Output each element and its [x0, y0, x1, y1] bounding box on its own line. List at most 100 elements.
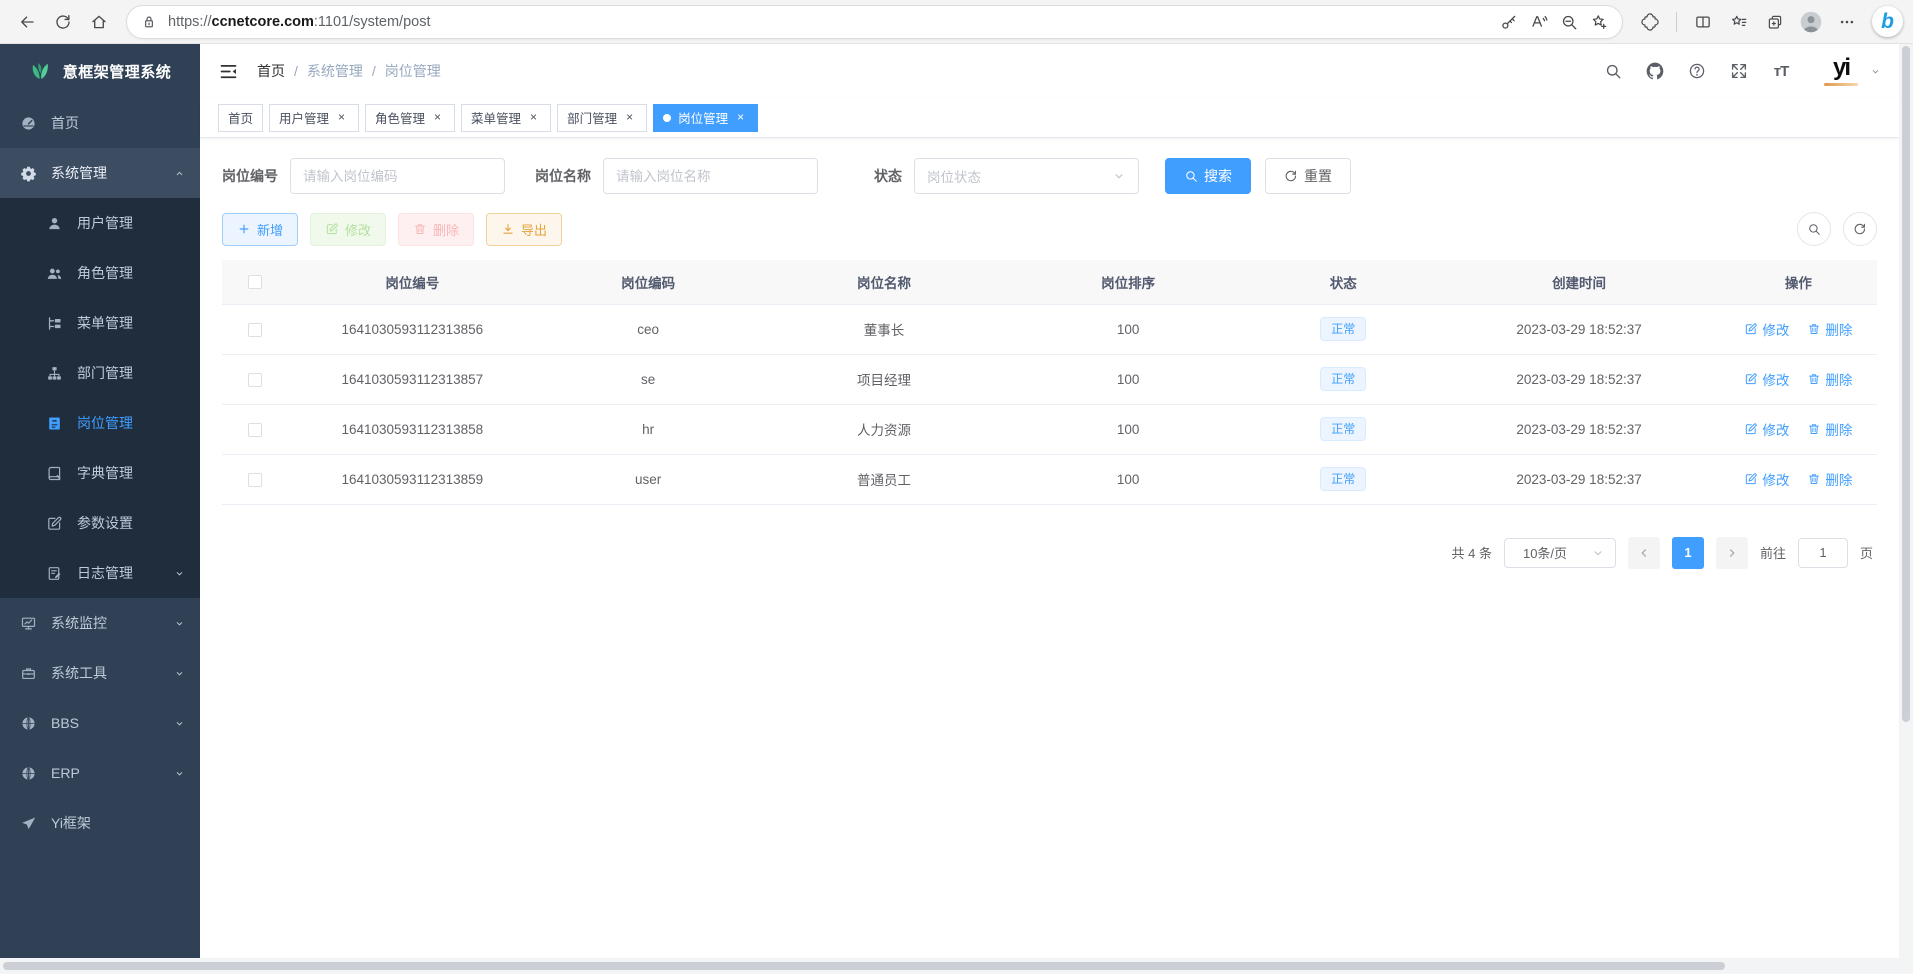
github-icon[interactable] — [1638, 54, 1672, 88]
cell-create-time: 2023-03-29 18:52:37 — [1438, 304, 1719, 354]
row-delete-link[interactable]: 删除 — [1807, 369, 1852, 389]
select-all-checkbox[interactable] — [248, 275, 262, 289]
sidebar-item-monitor[interactable]: 系统监控 — [0, 598, 200, 648]
sidebar-item-yi-framework[interactable]: Yi框架 — [0, 798, 200, 848]
row-edit-link[interactable]: 修改 — [1744, 369, 1789, 389]
sidebar-item-param-settings[interactable]: 参数设置 — [0, 498, 200, 548]
tab-menu-mgmt[interactable]: 菜单管理× — [461, 104, 551, 132]
favorites-button[interactable] — [1722, 5, 1756, 39]
fullscreen-icon[interactable] — [1722, 54, 1756, 88]
browser-menu-button[interactable] — [1830, 5, 1864, 39]
app-header: 首页 / 系统管理 / 岗位管理 тT yi — [200, 44, 1899, 98]
sidebar-item-user-mgmt[interactable]: 用户管理 — [0, 198, 200, 248]
row-edit-link[interactable]: 修改 — [1744, 419, 1789, 439]
zoom-out-icon[interactable] — [1554, 7, 1584, 37]
user-avatar-menu[interactable]: yi — [1820, 51, 1881, 91]
tab-role-mgmt[interactable]: 角色管理× — [365, 104, 455, 132]
vertical-scrollbar[interactable] — [1899, 44, 1913, 958]
search-button[interactable]: 搜索 — [1165, 158, 1251, 194]
browser-profile-avatar[interactable] — [1794, 5, 1828, 39]
export-button[interactable]: 导出 — [486, 213, 562, 246]
extensions-button[interactable] — [1633, 5, 1667, 39]
row-checkbox[interactable] — [248, 323, 262, 337]
sidebar-item-system[interactable]: 系统管理 — [0, 148, 200, 198]
prev-page-button[interactable] — [1628, 537, 1660, 569]
goto-page-input[interactable] — [1798, 538, 1848, 568]
toolbar-divider — [1676, 12, 1677, 32]
horizontal-scrollbar-thumb[interactable] — [3, 962, 1725, 970]
tab-close-icon[interactable]: × — [733, 110, 748, 125]
row-delete-label: 删除 — [1825, 369, 1852, 389]
sidebar-item-tools[interactable]: 系统工具 — [0, 648, 200, 698]
chevron-down-icon — [174, 568, 185, 579]
page-size-select[interactable]: 10条/页 — [1504, 538, 1616, 568]
dictionary-book-icon — [46, 465, 63, 482]
bing-copilot-button[interactable]: b — [1872, 6, 1903, 37]
password-key-icon[interactable] — [1494, 7, 1524, 37]
sidebar-item-dict-mgmt[interactable]: 字典管理 — [0, 448, 200, 498]
sidebar-item-label: BBS — [51, 715, 79, 731]
read-aloud-icon[interactable] — [1524, 7, 1554, 37]
edit-button[interactable]: 修改 — [310, 213, 386, 246]
sidebar-item-home[interactable]: 首页 — [0, 98, 200, 148]
row-delete-link[interactable]: 删除 — [1807, 319, 1852, 339]
url-text[interactable]: https://ccnetcore.com:1101/system/post — [168, 14, 1494, 30]
split-screen-button[interactable] — [1686, 5, 1720, 39]
help-icon[interactable] — [1680, 54, 1714, 88]
browser-home-button[interactable] — [82, 5, 116, 39]
browser-refresh-button[interactable] — [46, 5, 80, 39]
cell-post-id: 1641030593112313859 — [288, 454, 536, 504]
toggle-search-button[interactable] — [1797, 212, 1831, 246]
sidebar-item-bbs[interactable]: BBS — [0, 698, 200, 748]
header-search-icon[interactable] — [1596, 54, 1630, 88]
vertical-scrollbar-thumb[interactable] — [1902, 46, 1910, 722]
browser-back-button[interactable] — [10, 5, 44, 39]
tab-close-icon[interactable]: × — [430, 110, 445, 125]
status-select[interactable]: 岗位状态 — [914, 158, 1139, 194]
tab-dept-mgmt[interactable]: 部门管理× — [557, 104, 647, 132]
breadcrumb-home[interactable]: 首页 — [257, 61, 285, 81]
add-favorite-icon[interactable] — [1584, 7, 1614, 37]
sidebar-item-erp[interactable]: ERP — [0, 748, 200, 798]
post-code-input[interactable] — [290, 158, 505, 194]
menu-fold-icon[interactable] — [218, 61, 239, 82]
post-name-input[interactable] — [603, 158, 818, 194]
row-checkbox[interactable] — [248, 373, 262, 387]
tab-user-mgmt[interactable]: 用户管理× — [269, 104, 359, 132]
row-checkbox[interactable] — [248, 423, 262, 437]
breadcrumb: 首页 / 系统管理 / 岗位管理 — [257, 61, 441, 81]
refresh-icon — [1853, 222, 1867, 236]
next-page-button[interactable] — [1716, 537, 1748, 569]
sidebar-item-post-mgmt[interactable]: 岗位管理 — [0, 398, 200, 448]
tab-close-icon[interactable]: × — [622, 110, 637, 125]
row-checkbox[interactable] — [248, 473, 262, 487]
row-edit-link[interactable]: 修改 — [1744, 469, 1789, 489]
tab-close-icon[interactable]: × — [526, 110, 541, 125]
gear-icon — [20, 165, 37, 182]
refresh-table-button[interactable] — [1843, 212, 1877, 246]
sidebar-item-log-mgmt[interactable]: 日志管理 — [0, 548, 200, 598]
app-logo[interactable]: 意框架管理系统 — [0, 44, 200, 98]
reset-button[interactable]: 重置 — [1265, 158, 1351, 194]
log-document-icon — [46, 565, 63, 582]
tab-post-mgmt[interactable]: 岗位管理× — [653, 104, 758, 132]
address-bar[interactable]: https://ccnetcore.com:1101/system/post — [126, 5, 1623, 39]
sidebar-item-menu-mgmt[interactable]: 菜单管理 — [0, 298, 200, 348]
row-delete-link[interactable]: 删除 — [1807, 419, 1852, 439]
sidebar-item-label: 参数设置 — [77, 513, 133, 533]
tab-home[interactable]: 首页 — [218, 104, 263, 132]
delete-button[interactable]: 删除 — [398, 213, 474, 246]
page-1-button[interactable]: 1 — [1672, 537, 1704, 569]
row-delete-link[interactable]: 删除 — [1807, 469, 1852, 489]
lock-icon[interactable] — [140, 13, 158, 31]
sidebar-item-dept-mgmt[interactable]: 部门管理 — [0, 348, 200, 398]
add-button[interactable]: 新增 — [222, 213, 298, 246]
collections-button[interactable] — [1758, 5, 1792, 39]
breadcrumb-level1: 系统管理 — [307, 61, 363, 81]
row-edit-link[interactable]: 修改 — [1744, 319, 1789, 339]
horizontal-scrollbar[interactable] — [0, 958, 1913, 974]
tab-close-icon[interactable]: × — [334, 110, 349, 125]
cell-post-code: user — [536, 454, 759, 504]
sidebar-item-role-mgmt[interactable]: 角色管理 — [0, 248, 200, 298]
font-size-icon[interactable]: тT — [1764, 54, 1798, 88]
